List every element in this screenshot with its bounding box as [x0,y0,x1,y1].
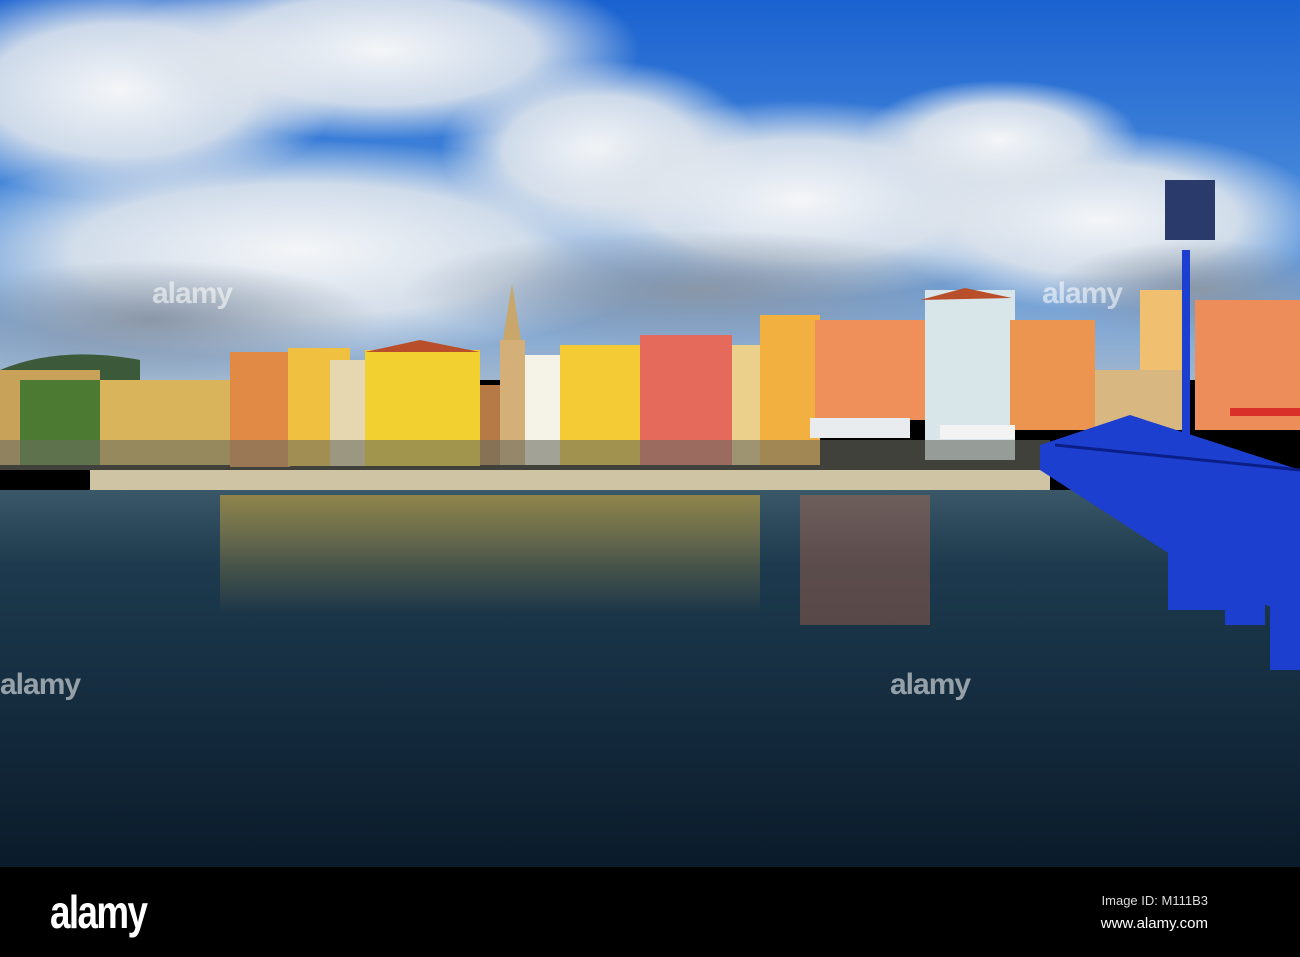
site-url: www.alamy.com [1100,915,1208,932]
watermark-top-right: alamy [1042,277,1123,310]
watermark-top-left: alamy [152,277,233,310]
watermark-middle-right: alamy [890,668,971,701]
footer-bar: alamy Image ID: M111B3 www.alamy.com [0,867,1300,957]
reflections [220,495,930,625]
watermark-middle-left: alamy [0,668,81,701]
alamy-logo: alamy [50,886,148,938]
photo-scene [0,0,1300,867]
image-id: Image ID: M111B3 [1101,893,1208,908]
